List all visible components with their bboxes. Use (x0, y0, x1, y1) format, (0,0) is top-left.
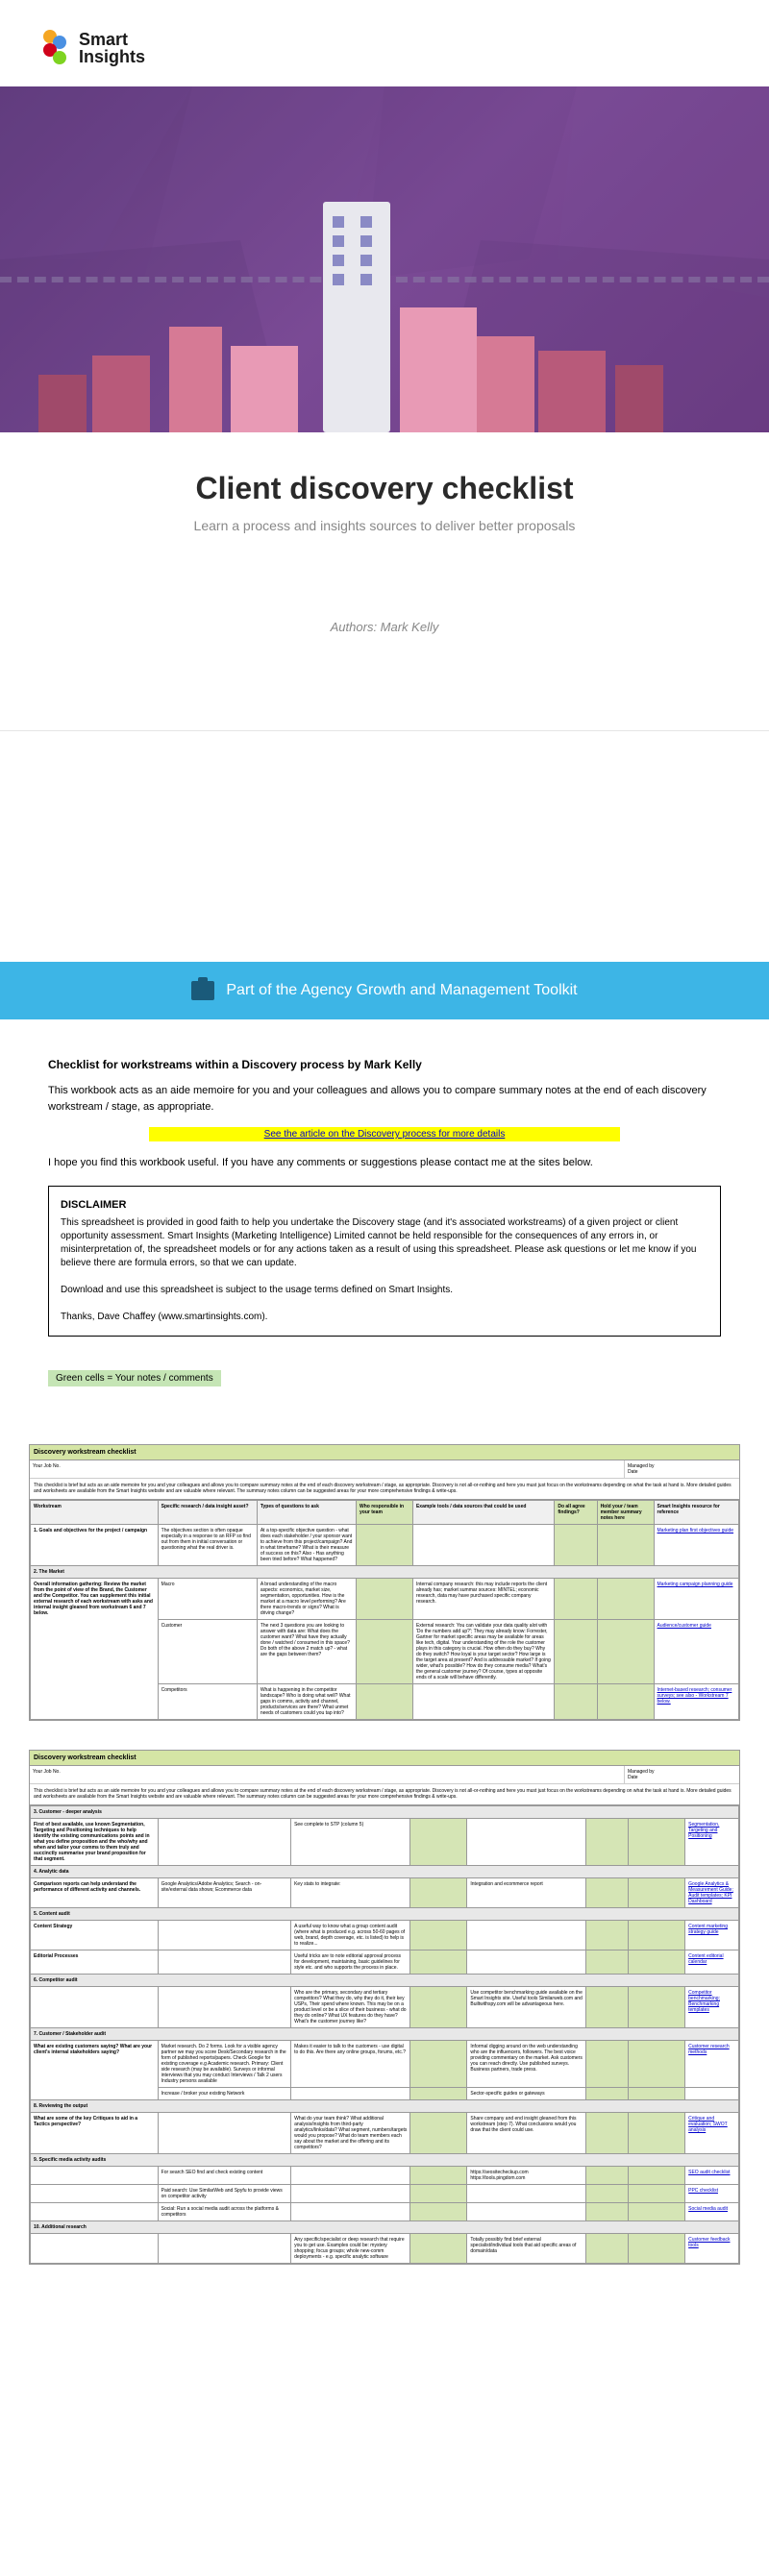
doc-para1: This workbook acts as an aide memoire fo… (48, 1083, 721, 1115)
sheet2-table: 3. Customer - deeper analysis First of b… (30, 1805, 739, 2264)
disclaimer-box: DISCLAIMER This spreadsheet is provided … (48, 1186, 721, 1337)
disclaimer-para2: Download and use this spreadsheet is sub… (61, 1284, 708, 1297)
link-cell[interactable]: Marketing plan first objectives guide (654, 1524, 738, 1565)
doc-heading: Checklist for workstreams within a Disco… (48, 1058, 721, 1071)
sheet1-desc: This checklist is brief but acts as an a… (30, 1479, 739, 1500)
header: Smart Insights (0, 0, 769, 86)
logo-line2: Insights (79, 48, 145, 65)
doc-para2: I hope you find this workbook useful. If… (48, 1155, 721, 1171)
disclaimer-body: This spreadsheet is provided in good fai… (61, 1216, 708, 1270)
sheet1-table: Workstream Specific research / data insi… (30, 1500, 739, 1720)
authors: Authors: Mark Kelly (0, 562, 769, 730)
sheet1-client-label: Your Job No. (30, 1460, 624, 1479)
logo-line1: Smart (79, 31, 145, 48)
page-title: Client discovery checklist (38, 471, 731, 506)
sheet2-title: Discovery workstream checklist (30, 1751, 739, 1766)
toolkit-bar: Part of the Agency Growth and Management… (0, 962, 769, 1019)
logo: Smart Insights (38, 29, 731, 67)
title-section: Client discovery checklist Learn a proce… (0, 432, 769, 562)
green-note: Green cells = Your notes / comments (48, 1370, 221, 1386)
spreadsheet-preview-1: Discovery workstream checklist Your Job … (0, 1425, 769, 2313)
page-subtitle: Learn a process and insights sources to … (38, 518, 731, 533)
disclaimer-signoff: Thanks, Dave Chaffey (www.smartinsights.… (61, 1311, 708, 1324)
disclaimer-title: DISCLAIMER (61, 1198, 708, 1213)
logo-text: Smart Insights (79, 31, 145, 65)
briefcase-icon (191, 981, 214, 1000)
toolkit-text: Part of the Agency Growth and Management… (226, 982, 577, 999)
article-link[interactable]: See the article on the Discovery process… (149, 1127, 621, 1141)
logo-icon (38, 29, 71, 67)
sheet1-date: Date (628, 1469, 736, 1475)
hero-illustration (0, 86, 769, 432)
spreadsheet-preview-2: Discovery workstream checklist Your Job … (29, 1750, 740, 2265)
document-content: Checklist for workstreams within a Disco… (0, 1019, 769, 1425)
sheet1-title: Discovery workstream checklist (30, 1445, 739, 1460)
